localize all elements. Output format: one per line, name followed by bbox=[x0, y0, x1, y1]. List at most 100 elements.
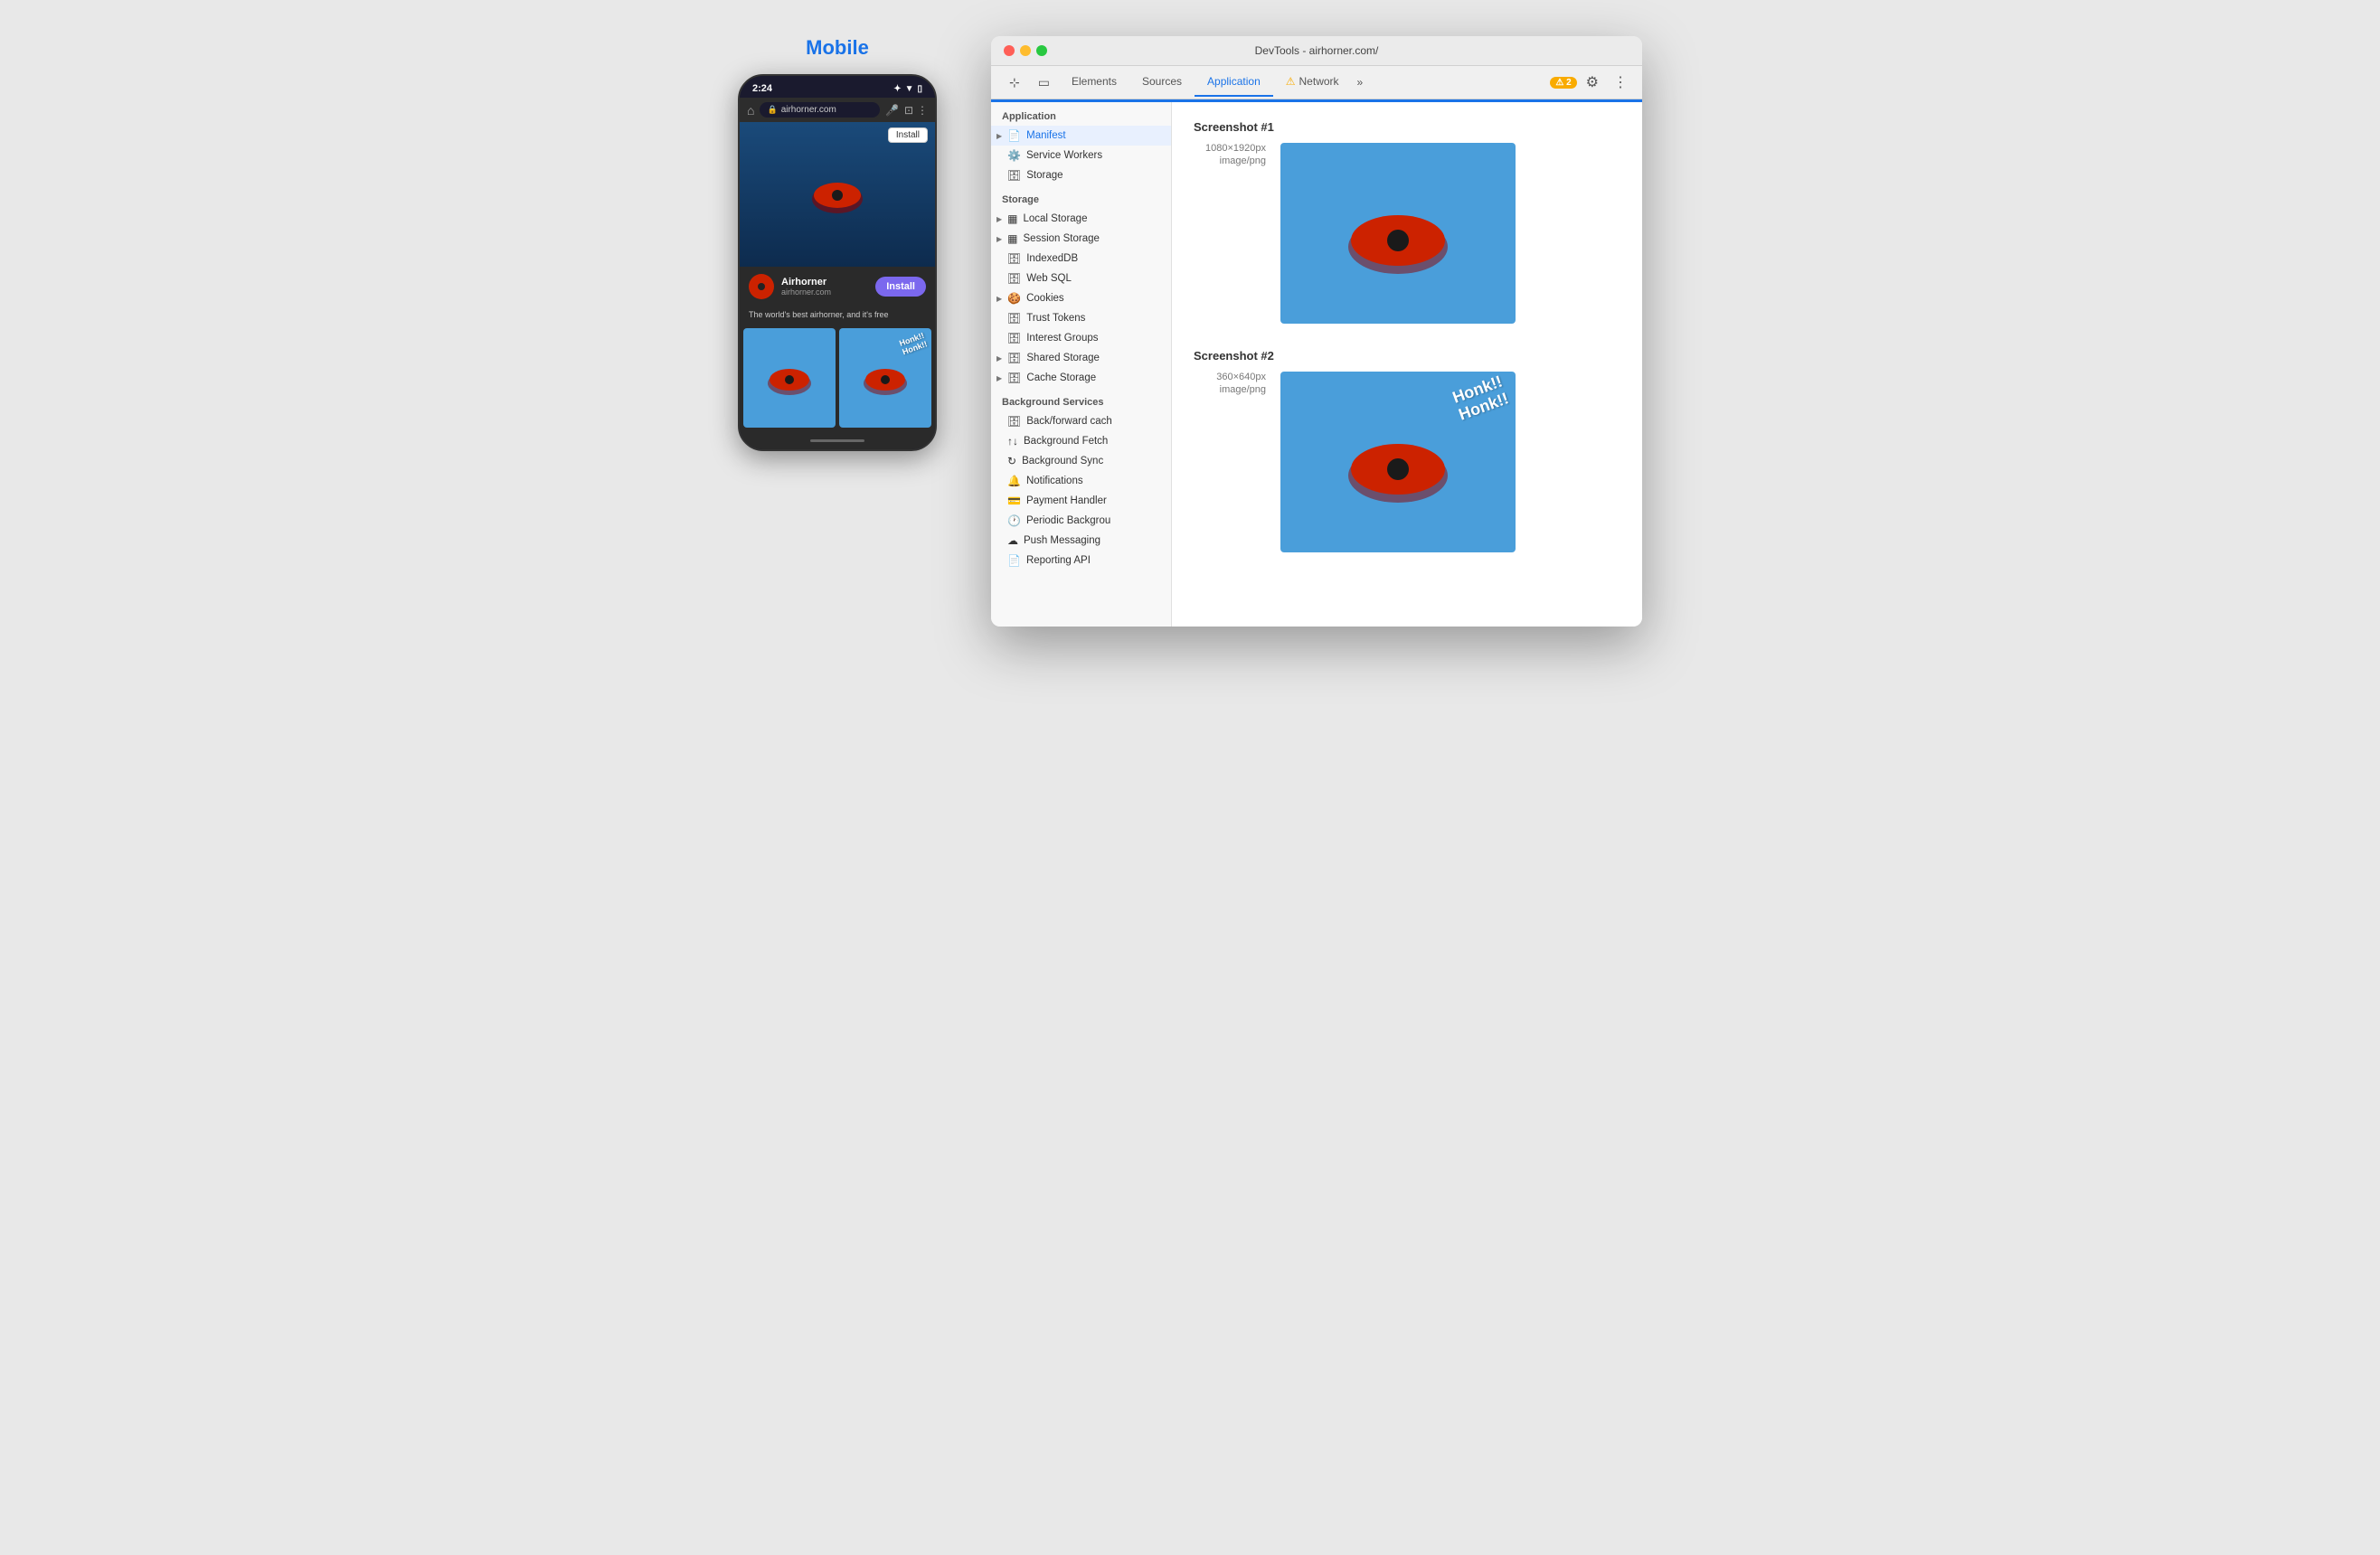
sidebar-back-forward-cache-label: Back/forward cach bbox=[1026, 416, 1160, 427]
sidebar-item-background-fetch[interactable]: ↑↓ Background Fetch bbox=[991, 431, 1171, 451]
screenshot-2-section: Screenshot #2 360×640px image/png Honk!!… bbox=[1194, 349, 1620, 552]
sidebar-item-trust-tokens[interactable]: 🗄 Trust Tokens bbox=[991, 308, 1171, 328]
device-icon[interactable]: ▭ bbox=[1029, 68, 1059, 98]
sidebar-item-payment-handler[interactable]: 💳 Payment Handler bbox=[991, 491, 1171, 511]
periodic-background-icon: 🕐 bbox=[1007, 514, 1021, 527]
sidebar-background-sync-label: Background Sync bbox=[1022, 456, 1160, 466]
screenshot-1-preview bbox=[1280, 143, 1516, 324]
sidebar-periodic-background-label: Periodic Backgrou bbox=[1026, 515, 1160, 526]
sidebar-storage-label: Storage bbox=[1026, 170, 1160, 181]
sidebar-storage-header: Storage bbox=[991, 185, 1171, 209]
sidebar-item-service-workers[interactable]: ⚙️ Service Workers bbox=[991, 146, 1171, 165]
phone-screenshot-1 bbox=[743, 328, 836, 428]
close-button[interactable] bbox=[1004, 45, 1015, 56]
sidebar-item-web-sql[interactable]: 🗄 Web SQL bbox=[991, 269, 1171, 288]
payment-handler-icon: 💳 bbox=[1007, 495, 1021, 507]
local-storage-icon: ▦ bbox=[1007, 212, 1017, 225]
phone-content-area: Install bbox=[740, 122, 935, 267]
local-storage-arrow-icon: ▶ bbox=[996, 215, 1002, 223]
cookies-arrow-icon: ▶ bbox=[996, 295, 1002, 303]
sidebar-item-local-storage[interactable]: ▶ ▦ Local Storage bbox=[991, 209, 1171, 229]
sidebar-item-back-forward-cache[interactable]: 🗄 Back/forward cach bbox=[991, 411, 1171, 431]
cache-storage-icon: 🗄 bbox=[1007, 372, 1021, 384]
home-icon[interactable]: ⌂ bbox=[747, 103, 754, 118]
indexeddb-icon: 🗄 bbox=[1007, 252, 1021, 265]
phone-device: 2:24 ✦ ▼ ▯ ⌂ 🔒 airhorner.com 🎤 ⊡ ⋮ bbox=[738, 74, 937, 451]
sidebar-shared-storage-label: Shared Storage bbox=[1026, 353, 1160, 363]
install-top-button[interactable]: Install bbox=[888, 127, 928, 143]
sidebar-bg-services-header: Background Services bbox=[991, 388, 1171, 411]
more-options-icon[interactable]: ⋮ bbox=[1608, 66, 1633, 99]
app-url: airhorner.com bbox=[781, 287, 868, 297]
phone-status-bar: 2:24 ✦ ▼ ▯ bbox=[740, 76, 935, 98]
service-workers-icon: ⚙️ bbox=[1007, 149, 1021, 162]
screenshot-2-honk-text: Honk!!Honk!! bbox=[1450, 372, 1511, 424]
trust-tokens-icon: 🗄 bbox=[1007, 312, 1021, 325]
phone-url-bar[interactable]: 🔒 airhorner.com bbox=[760, 102, 880, 118]
tab-sources[interactable]: Sources bbox=[1129, 68, 1195, 97]
sidebar-item-shared-storage[interactable]: ▶ 🗄 Shared Storage bbox=[991, 348, 1171, 368]
storage-icon: 🗄 bbox=[1007, 169, 1021, 182]
sidebar-item-manifest[interactable]: ▶ 📄 Manifest bbox=[991, 126, 1171, 146]
more-icon[interactable]: ⋮ bbox=[917, 104, 928, 117]
sidebar-manifest-label: Manifest bbox=[1026, 130, 1160, 141]
cookies-icon: 🍪 bbox=[1007, 292, 1021, 305]
download-icon[interactable]: ⊡ bbox=[904, 104, 913, 117]
sidebar-notifications-label: Notifications bbox=[1026, 476, 1160, 486]
tab-application[interactable]: Application bbox=[1195, 68, 1273, 97]
sidebar-service-workers-label: Service Workers bbox=[1026, 150, 1160, 161]
sidebar-item-interest-groups[interactable]: 🗄 Interest Groups bbox=[991, 328, 1171, 348]
background-sync-icon: ↻ bbox=[1007, 455, 1016, 467]
sidebar-item-session-storage[interactable]: ▶ ▦ Session Storage bbox=[991, 229, 1171, 249]
session-storage-arrow-icon: ▶ bbox=[996, 235, 1002, 243]
airhorn-image bbox=[806, 172, 869, 217]
battery-icon: ▯ bbox=[917, 84, 922, 94]
install-button[interactable]: Install bbox=[875, 277, 926, 297]
sidebar-item-background-sync[interactable]: ↻ Background Sync bbox=[991, 451, 1171, 471]
mobile-section: Mobile 2:24 ✦ ▼ ▯ ⌂ 🔒 airhorner.com 🎤 ⊡ … bbox=[738, 36, 937, 451]
minimize-button[interactable] bbox=[1020, 45, 1031, 56]
tab-elements[interactable]: Elements bbox=[1059, 68, 1129, 97]
screenshot-1-dimensions: 1080×1920px bbox=[1194, 143, 1266, 154]
shared-storage-icon: 🗄 bbox=[1007, 352, 1021, 364]
cursor-icon[interactable]: ⊹ bbox=[1000, 68, 1029, 98]
expand-arrow-icon: ▶ bbox=[996, 132, 1002, 140]
sidebar-interest-groups-label: Interest Groups bbox=[1026, 333, 1160, 344]
bluetooth-icon: ✦ bbox=[893, 84, 901, 94]
mic-icon[interactable]: 🎤 bbox=[885, 104, 899, 117]
phone-extra-icons: ⊡ ⋮ bbox=[904, 104, 928, 117]
screenshot-1-meta: 1080×1920px image/png bbox=[1194, 143, 1620, 324]
sidebar-item-cache-storage[interactable]: ▶ 🗄 Cache Storage bbox=[991, 368, 1171, 388]
sidebar-cookies-label: Cookies bbox=[1026, 293, 1160, 304]
devtools-title: DevTools - airhorner.com/ bbox=[1255, 44, 1379, 57]
wifi-icon: ▼ bbox=[905, 84, 914, 94]
devtools-window: DevTools - airhorner.com/ ⊹ ▭ Elements S… bbox=[991, 36, 1642, 627]
sidebar-item-notifications[interactable]: 🔔 Notifications bbox=[991, 471, 1171, 491]
sidebar-item-storage[interactable]: 🗄 Storage bbox=[991, 165, 1171, 185]
screenshot-2-info: 360×640px image/png bbox=[1194, 372, 1266, 395]
honk-text-overlay: Honk!!Honk!! bbox=[898, 332, 929, 357]
devtools-body: Application ▶ 📄 Manifest ⚙️ Service Work… bbox=[991, 102, 1642, 627]
tab-network[interactable]: ⚠ Network bbox=[1273, 68, 1352, 97]
sidebar-item-periodic-background[interactable]: 🕐 Periodic Backgrou bbox=[991, 511, 1171, 531]
devtools-tab-group: Elements Sources Application ⚠ Network bbox=[1059, 68, 1352, 97]
sidebar-item-push-messaging[interactable]: ☁ Push Messaging bbox=[991, 531, 1171, 551]
screenshot-2-image bbox=[1326, 417, 1470, 507]
screenshot-2-preview: Honk!!Honk!! bbox=[1280, 372, 1516, 552]
sidebar-local-storage-label: Local Storage bbox=[1024, 213, 1161, 224]
sidebar-item-cookies[interactable]: ▶ 🍪 Cookies bbox=[991, 288, 1171, 308]
phone-tagline: The world's best airhorner, and it's fre… bbox=[740, 306, 935, 325]
sidebar-session-storage-label: Session Storage bbox=[1024, 233, 1161, 244]
sidebar-item-indexeddb[interactable]: 🗄 IndexedDB bbox=[991, 249, 1171, 269]
phone-airhorn-1 bbox=[762, 358, 817, 398]
mobile-label: Mobile bbox=[806, 36, 869, 60]
maximize-button[interactable] bbox=[1036, 45, 1047, 56]
web-sql-icon: 🗄 bbox=[1007, 272, 1021, 285]
background-fetch-icon: ↑↓ bbox=[1007, 435, 1018, 448]
settings-icon[interactable]: ⚙ bbox=[1577, 66, 1608, 99]
warning-badge[interactable]: ⚠ 2 bbox=[1550, 77, 1576, 89]
sidebar-item-reporting-api[interactable]: 📄 Reporting API bbox=[991, 551, 1171, 570]
app-name: Airhorner bbox=[781, 277, 868, 287]
more-tabs-button[interactable]: » bbox=[1352, 69, 1369, 96]
sidebar-payment-handler-label: Payment Handler bbox=[1026, 495, 1160, 506]
